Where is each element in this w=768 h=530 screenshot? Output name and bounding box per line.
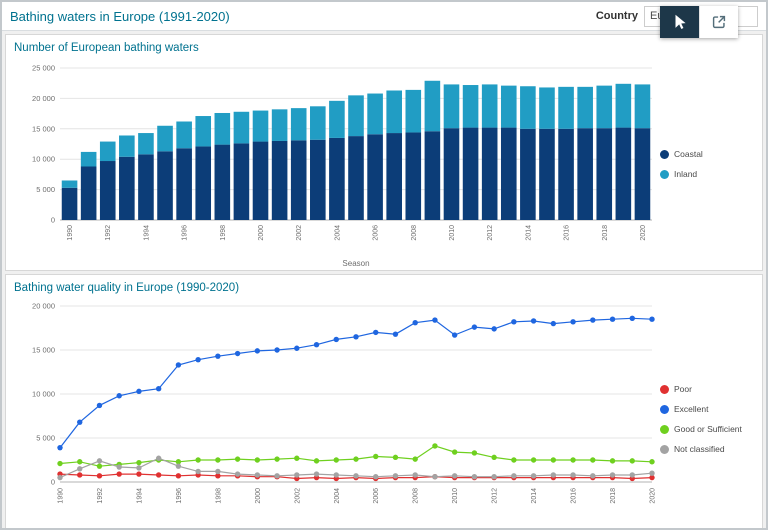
bar-chart-row: 0 5 000 10 000 15 000 20 000 25 000 1990 1992 19… xyxy=(12,58,756,270)
svg-text:1992: 1992 xyxy=(105,225,112,241)
line-chart-panel: Bathing water quality in Europe (1990-20… xyxy=(5,274,763,530)
legend-dot xyxy=(660,150,669,159)
svg-text:15 000: 15 000 xyxy=(32,346,55,355)
dashboard: Bathing waters in Europe (1991-2020) Cou… xyxy=(0,0,768,530)
svg-text:2020: 2020 xyxy=(640,225,647,241)
legend-dot xyxy=(660,385,669,394)
svg-text:5 000: 5 000 xyxy=(36,434,55,443)
country-label: Country xyxy=(596,10,638,22)
svg-text:2018: 2018 xyxy=(610,488,617,504)
bar-chart-panel: Number of European bathing waters 0 5 000… xyxy=(5,34,763,271)
svg-text:Season: Season xyxy=(342,259,369,268)
svg-text:2010: 2010 xyxy=(452,488,459,504)
legend-label: Not classified xyxy=(674,444,725,454)
legend-label: Poor xyxy=(674,384,692,394)
svg-text:20 000: 20 000 xyxy=(32,94,55,103)
legend-label: Coastal xyxy=(674,149,703,159)
legend-item[interactable]: Inland xyxy=(660,169,756,179)
legend-label: Excellent xyxy=(674,404,709,414)
svg-text:2010: 2010 xyxy=(449,225,456,241)
legend-label: Good or Sufficient xyxy=(674,424,742,434)
svg-text:2016: 2016 xyxy=(564,225,571,241)
svg-text:5 000: 5 000 xyxy=(36,185,55,194)
line-chart-title: Bathing water quality in Europe (1990-20… xyxy=(12,280,756,298)
svg-text:20 000: 20 000 xyxy=(32,302,55,311)
svg-text:0: 0 xyxy=(51,478,55,487)
export-button[interactable] xyxy=(699,6,738,38)
svg-text:2012: 2012 xyxy=(487,225,494,241)
svg-text:2006: 2006 xyxy=(373,488,380,504)
legend-dot xyxy=(660,445,669,454)
line-chart: 0 5 000 10 000 15 000 20 000 1990 1992 1994 1996… xyxy=(12,298,660,530)
svg-text:2002: 2002 xyxy=(296,225,303,241)
bar-chart-legend: Coastal Inland xyxy=(660,144,756,184)
page-title: Bathing waters in Europe (1991-2020) xyxy=(10,9,230,24)
svg-text:2002: 2002 xyxy=(294,488,301,504)
line-chart-legend: Poor Excellent Good or Sufficient Not class… xyxy=(660,379,756,459)
legend-label: Inland xyxy=(674,169,697,179)
bar-chart: 0 5 000 10 000 15 000 20 000 25 000 1990 1992 19… xyxy=(12,58,660,270)
svg-text:2000: 2000 xyxy=(255,488,262,504)
svg-text:2012: 2012 xyxy=(492,488,499,504)
svg-text:2008: 2008 xyxy=(411,225,418,241)
legend-dot xyxy=(660,425,669,434)
svg-text:2008: 2008 xyxy=(413,488,420,504)
svg-text:15 000: 15 000 xyxy=(32,124,55,133)
legend-dot xyxy=(660,170,669,179)
svg-text:1994: 1994 xyxy=(136,488,143,504)
svg-text:2014: 2014 xyxy=(531,488,538,504)
svg-text:0: 0 xyxy=(51,216,55,225)
svg-text:1996: 1996 xyxy=(176,488,183,504)
pointer-tool-button[interactable] xyxy=(660,6,699,38)
svg-text:2006: 2006 xyxy=(373,225,380,241)
legend-item[interactable]: Coastal xyxy=(660,149,756,159)
legend-item[interactable]: Poor xyxy=(660,384,756,394)
svg-text:10 000: 10 000 xyxy=(32,390,55,399)
header: Bathing waters in Europe (1991-2020) Cou… xyxy=(2,2,766,31)
svg-text:1990: 1990 xyxy=(67,225,74,241)
svg-text:1994: 1994 xyxy=(143,225,150,241)
svg-text:2004: 2004 xyxy=(334,225,341,241)
map-toolbar xyxy=(660,6,738,38)
svg-text:1990: 1990 xyxy=(58,488,65,504)
legend-item[interactable]: Good or Sufficient xyxy=(660,424,756,434)
svg-text:2000: 2000 xyxy=(258,225,265,241)
cursor-arrow-icon xyxy=(671,13,689,31)
svg-text:1998: 1998 xyxy=(220,225,227,241)
legend-item[interactable]: Excellent xyxy=(660,404,756,414)
svg-text:2016: 2016 xyxy=(571,488,578,504)
svg-text:2014: 2014 xyxy=(525,225,532,241)
export-icon xyxy=(710,13,728,31)
svg-text:2020: 2020 xyxy=(650,488,657,504)
svg-text:1996: 1996 xyxy=(182,225,189,241)
line-chart-row: 0 5 000 10 000 15 000 20 000 1990 1992 1994 1996… xyxy=(12,298,756,530)
legend-dot xyxy=(660,405,669,414)
svg-text:10 000: 10 000 xyxy=(32,155,55,164)
svg-text:2004: 2004 xyxy=(334,488,341,504)
svg-text:1998: 1998 xyxy=(215,488,222,504)
bar-chart-title: Number of European bathing waters xyxy=(12,40,756,58)
legend-item[interactable]: Not classified xyxy=(660,444,756,454)
svg-text:2018: 2018 xyxy=(602,225,609,241)
svg-text:25 000: 25 000 xyxy=(32,64,55,73)
svg-text:1992: 1992 xyxy=(97,488,104,504)
